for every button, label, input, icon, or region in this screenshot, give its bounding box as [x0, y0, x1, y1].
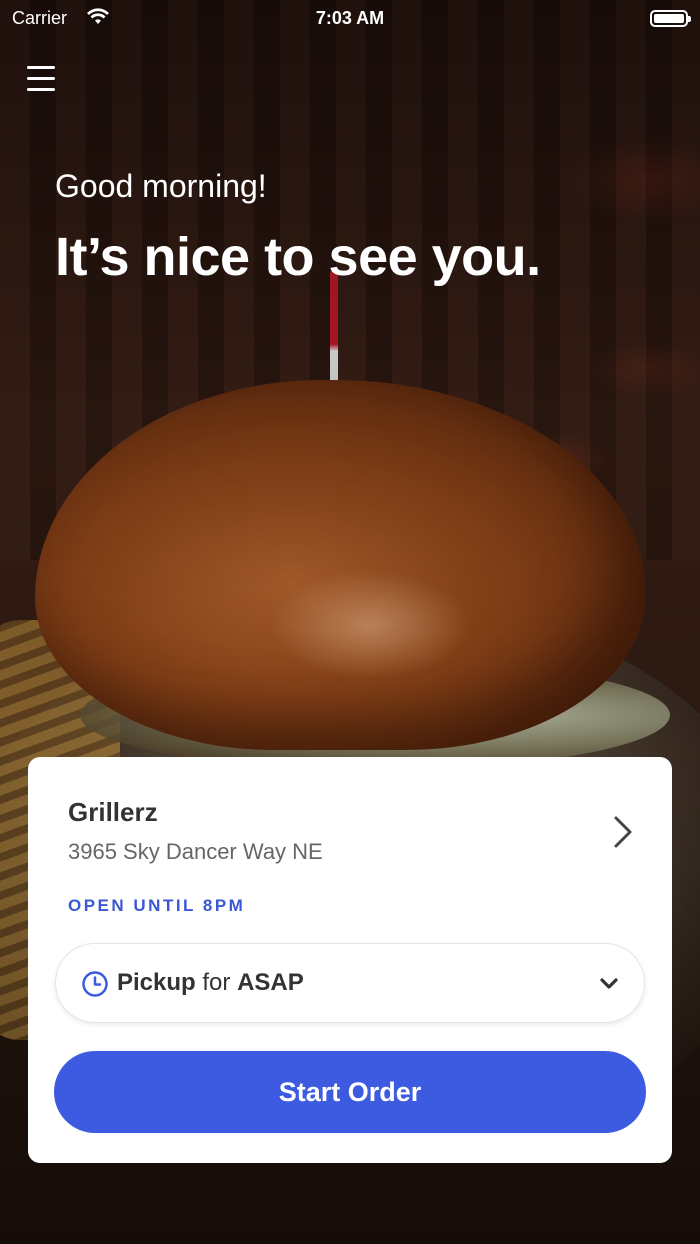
store-address[interactable]: 3965 Sky Dancer Way NE [68, 839, 323, 865]
order-mode-type: Pickup [117, 969, 196, 996]
hamburger-icon[interactable] [27, 66, 55, 92]
greeting-text: Good morning! [55, 168, 267, 204]
order-mode-time: ASAP [237, 969, 304, 996]
chevron-down-icon[interactable] [598, 974, 620, 994]
status-bar: Carrier 7:03 AM [0, 0, 700, 36]
clock-icon [81, 970, 109, 998]
order-mode-connector: for [202, 969, 231, 996]
store-card: Grillerz 3965 Sky Dancer Way NE OPEN UNT… [28, 757, 672, 1163]
headline-text: It’s nice to see you. [55, 227, 541, 287]
start-order-button[interactable]: Start Order [54, 1051, 646, 1133]
chevron-right-icon[interactable] [610, 815, 638, 849]
order-mode-label: Pickup for ASAP [117, 969, 304, 997]
clock-time: 7:03 AM [315, 8, 385, 28]
order-mode-selector[interactable]: Pickup for ASAP [55, 943, 645, 1023]
store-name[interactable]: Grillerz [68, 797, 158, 828]
store-hours: OPEN UNTIL 8PM [68, 896, 246, 915]
battery-icon [650, 10, 691, 27]
